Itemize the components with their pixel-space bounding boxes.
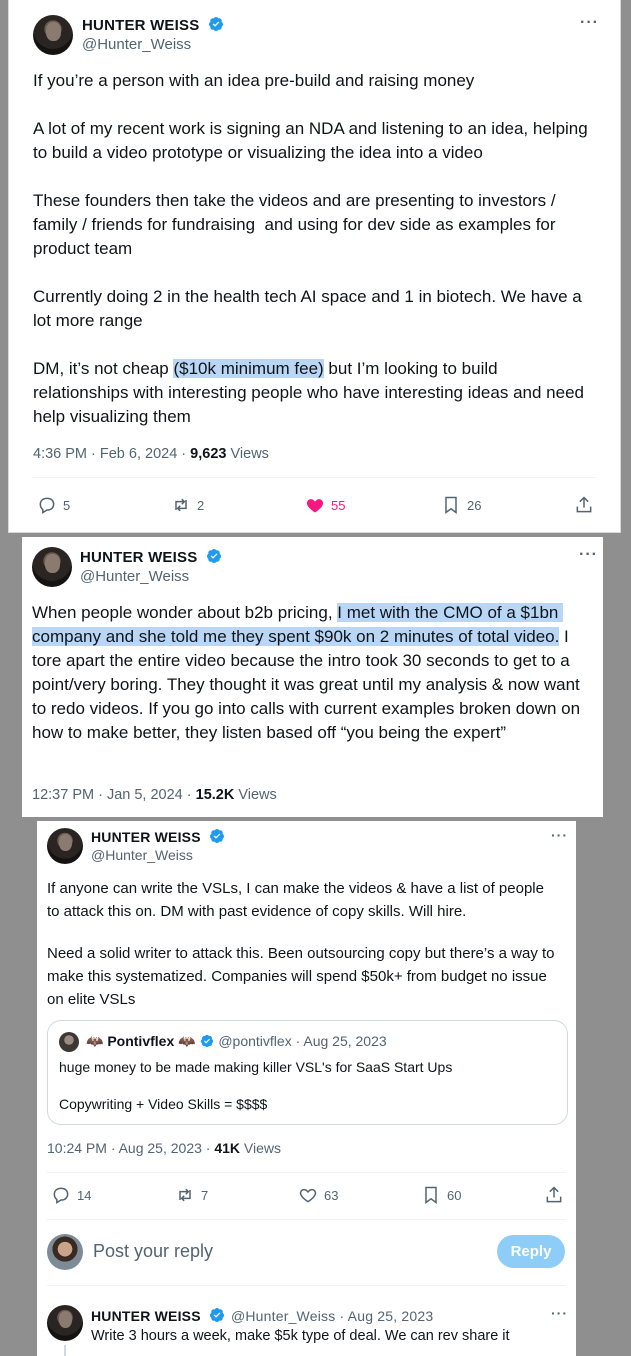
verified-badge-icon — [206, 549, 221, 563]
more-options-icon[interactable]: ··· — [551, 827, 568, 843]
heart-icon — [299, 1188, 317, 1203]
thread-line — [64, 1345, 66, 1356]
tweet-paragraph: These founders then take the videos and … — [33, 191, 561, 258]
reply-text: Write 3 hours a week, make $5k type of d… — [91, 1328, 510, 1344]
like-action[interactable]: 63 — [298, 1185, 338, 1205]
author-name[interactable]: HUNTER WEISS — [82, 16, 224, 34]
author-name[interactable]: HUNTER WEISS — [91, 828, 225, 845]
divider — [33, 477, 596, 478]
repost-icon — [175, 498, 187, 512]
share-action[interactable] — [544, 1185, 564, 1205]
views-count: 9,623 — [190, 446, 227, 462]
reply-icon — [53, 1187, 69, 1204]
quoted-text: Copywriting + Video Skills = $$$$ — [59, 1096, 268, 1112]
verified-badge-icon — [209, 1308, 224, 1322]
tweet-meta: 12:37 PM · Jan 5, 2024 · 15.2K Views — [32, 787, 277, 803]
tweet-paragraph: A lot of my recent work is signing an ND… — [33, 119, 593, 162]
name-decoration: 🦇 — [86, 1033, 104, 1049]
views-label: Views — [234, 787, 277, 803]
bookmark-icon — [445, 496, 457, 514]
views-label: Views — [240, 1140, 282, 1156]
tweet-card-3: HUNTER WEISS @Hunter_Weiss ··· If anyone… — [37, 821, 576, 1356]
quoted-name: Pontivflex — [107, 1033, 175, 1049]
more-options-icon[interactable]: ··· — [551, 1305, 568, 1321]
tweet-card-1: HUNTER WEISS @Hunter_Weiss ··· If you’re… — [9, 0, 620, 532]
reply-count: 14 — [77, 1187, 92, 1203]
author-handle-date[interactable]: @Hunter_Weiss · Aug 25, 2023 — [231, 1308, 433, 1324]
quoted-tweet[interactable]: 🦇 Pontivflex 🦇 @pontivflex · Aug 25, 202… — [47, 1020, 568, 1125]
author-name-text: HUNTER WEISS — [80, 549, 198, 566]
reply-action[interactable]: 5 — [37, 495, 70, 515]
reply-action[interactable]: 14 — [51, 1185, 91, 1205]
avatar[interactable] — [47, 1305, 83, 1341]
bookmark-action[interactable]: 60 — [421, 1185, 461, 1205]
current-user-avatar[interactable] — [47, 1234, 83, 1270]
divider — [47, 1172, 566, 1173]
reply-input[interactable]: Post your reply — [93, 1241, 213, 1262]
author-name-text: HUNTER WEISS — [82, 17, 200, 34]
bookmark-count: 26 — [467, 497, 482, 513]
timestamp[interactable]: 10:24 PM · Aug 25, 2023 · — [47, 1140, 214, 1156]
verified-badge-icon — [208, 17, 223, 31]
like-count: 55 — [331, 497, 346, 513]
author-handle[interactable]: @Hunter_Weiss — [91, 847, 193, 863]
bookmark-icon — [425, 1186, 437, 1204]
reply-icon — [39, 497, 55, 514]
name-decoration: 🦇 — [178, 1033, 196, 1049]
timestamp[interactable]: 4:36 PM · Feb 6, 2024 · — [33, 446, 190, 462]
tweet-paragraph: Currently doing 2 in the health tech AI … — [33, 287, 587, 330]
repost-count: 2 — [197, 497, 205, 513]
text-segment: DM, it’s not cheap — [33, 359, 174, 378]
divider — [47, 1219, 566, 1220]
tweet-meta: 4:36 PM · Feb 6, 2024 · 9,623 Views — [33, 446, 269, 462]
author-name-text: HUNTER WEISS — [91, 829, 201, 845]
tweet-paragraph: If anyone can write the VSLs, I can make… — [47, 880, 549, 920]
verified-badge-icon — [209, 829, 224, 843]
views-count: 15.2K — [195, 787, 235, 803]
more-options-icon[interactable]: ··· — [579, 546, 598, 564]
author-name[interactable]: HUNTER WEISS — [80, 548, 222, 566]
like-count: 63 — [324, 1187, 339, 1203]
tweet-paragraph: Need a solid writer to attack this. Been… — [47, 945, 559, 1008]
quoted-handle-date: @pontivflex · Aug 25, 2023 — [218, 1033, 387, 1049]
share-action[interactable] — [574, 495, 594, 515]
more-options-icon[interactable]: ··· — [580, 14, 599, 32]
avatar[interactable] — [33, 15, 73, 55]
like-action[interactable]: 55 — [305, 495, 345, 515]
repost-action[interactable]: 7 — [175, 1185, 208, 1205]
bookmark-count: 60 — [447, 1187, 462, 1203]
tweet-text: When people wonder about b2b pricing, I … — [32, 601, 598, 745]
repost-action[interactable]: 2 — [171, 495, 204, 515]
avatar[interactable] — [32, 547, 72, 587]
author-handle[interactable]: @Hunter_Weiss — [80, 568, 189, 585]
repost-icon — [179, 1188, 191, 1202]
verified-badge-icon — [201, 1034, 214, 1048]
repost-count: 7 — [201, 1187, 209, 1203]
highlighted-text: ($10k minimum fee) — [173, 359, 324, 378]
share-icon — [576, 496, 592, 513]
tweet-meta: 10:24 PM · Aug 25, 2023 · 41K Views — [47, 1140, 281, 1156]
reply-button[interactable]: Reply — [497, 1235, 565, 1268]
share-icon — [546, 1186, 562, 1203]
author-handle[interactable]: @Hunter_Weiss — [82, 36, 191, 53]
heart-filled-icon — [306, 499, 324, 513]
divider — [47, 1285, 566, 1286]
reply-count: 5 — [63, 497, 71, 513]
bookmark-action[interactable]: 26 — [441, 495, 481, 515]
quoted-header: 🦇 Pontivflex 🦇 @pontivflex · Aug 25, 202… — [86, 1033, 387, 1050]
views-count: 41K — [214, 1140, 241, 1156]
avatar[interactable] — [47, 828, 83, 864]
views-label: Views — [226, 446, 269, 462]
timestamp[interactable]: 12:37 PM · Jan 5, 2024 · — [32, 787, 196, 803]
author-name[interactable]: HUNTER WEISS @Hunter_Weiss · Aug 25, 202… — [91, 1307, 433, 1324]
quoted-avatar — [59, 1032, 79, 1052]
text-segment: When people wonder about b2b pricing, — [32, 603, 338, 622]
tweet-paragraph: If you’re a person with an idea pre-buil… — [33, 71, 475, 90]
author-name-text: HUNTER WEISS — [91, 1308, 201, 1324]
quoted-text: huge money to be made making killer VSL'… — [59, 1059, 453, 1075]
tweet-card-2: HUNTER WEISS @Hunter_Weiss ··· When peop… — [22, 537, 603, 817]
tweet-paragraph: DM, it’s not cheap ($10k minimum fee) bu… — [33, 357, 593, 429]
